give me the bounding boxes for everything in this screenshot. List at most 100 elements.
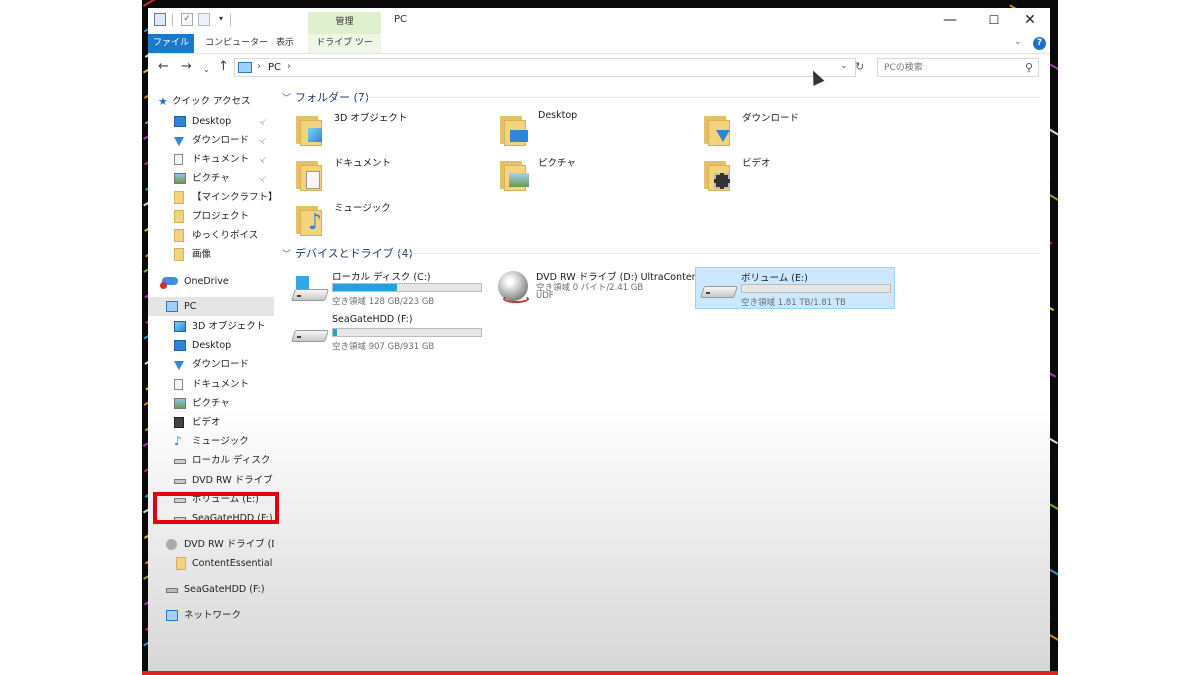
forward-arrow-icon[interactable]: →	[181, 59, 192, 75]
download-icon	[174, 361, 184, 371]
search-box[interactable]: ⚲	[877, 58, 1039, 77]
nav-item[interactable]: 画像	[148, 245, 274, 264]
folder-icon	[176, 557, 186, 570]
back-arrow-icon[interactable]: ←	[158, 59, 169, 75]
nav-item[interactable]: Desktop ⊥	[148, 112, 274, 131]
nav-label: ビデオ	[192, 417, 221, 428]
windows-drive-icon	[291, 275, 329, 303]
hdd-icon	[700, 276, 738, 304]
folder-tile[interactable]: ♪ ミュージック	[292, 198, 492, 242]
nav-item[interactable]: ダウンロード ⊥	[148, 131, 274, 150]
nav-item[interactable]: ダウンロード	[148, 355, 274, 374]
nav-label: Desktop	[192, 340, 232, 352]
nav-label: DVD RW ドライブ (D:)	[192, 474, 274, 486]
sync-error-icon	[160, 282, 167, 289]
folder-tile[interactable]: ダウンロード	[700, 108, 900, 152]
address-dropdown-icon[interactable]: ⌄	[840, 61, 848, 71]
folder-tile[interactable]: Desktop	[496, 108, 696, 152]
nav-item[interactable]: ピクチャ ⊥	[148, 169, 274, 188]
group-header-folders[interactable]: ﹀ フォルダー (7)	[282, 89, 369, 105]
collapse-chevron-icon[interactable]: ﹀	[282, 94, 291, 104]
properties-icon[interactable]: ✓	[181, 13, 193, 26]
folder-tile[interactable]: ピクチャ	[496, 153, 696, 197]
nav-item[interactable]: ♪ ミュージック	[148, 432, 274, 451]
nav-dvd-drive[interactable]: DVD RW ドライブ (D:) U	[148, 535, 274, 554]
3d-objects-icon	[174, 321, 186, 332]
nav-item[interactable]: 3D オブジェクト	[148, 317, 274, 336]
close-button[interactable]: ✕	[1010, 10, 1050, 32]
tab-drive-tools[interactable]: ドライブ ツール	[308, 34, 381, 66]
nav-label: プロジェクト	[192, 211, 250, 222]
new-folder-icon[interactable]	[198, 13, 210, 26]
video-icon	[174, 417, 184, 428]
pin-icon[interactable]: ⊥	[254, 131, 272, 149]
picture-icon	[174, 397, 186, 409]
group-header-devices[interactable]: ﹀ デバイスとドライブ (4)	[282, 245, 413, 261]
nav-item[interactable]: ローカル ディスク (C:)	[148, 451, 274, 470]
file-explorer-window: ✓ ▾ 管理 PC — ☐ ✕ ファイル コンピューター 表示 ドライブ ツール…	[148, 8, 1050, 671]
dvd-icon	[166, 539, 177, 550]
usage-bar	[741, 284, 891, 293]
nav-item[interactable]: Desktop	[148, 336, 274, 355]
tab-view[interactable]: 表示	[272, 34, 298, 53]
drive-tile[interactable]: DVD RW ドライブ (D:) UltraContents 空き領域 0 バイト…	[491, 267, 706, 309]
folder-tile[interactable]: 3D オブジェクト	[292, 108, 492, 152]
folder-label: ピクチャ	[538, 158, 576, 169]
recent-locations-icon[interactable]: ⌄	[203, 62, 210, 78]
qat-dropdown-icon[interactable]: ▾	[216, 13, 226, 26]
nav-seagate-drive[interactable]: SeaGateHDD (F:)	[148, 580, 274, 599]
download-icon	[174, 137, 184, 146]
up-arrow-icon[interactable]: ↑	[218, 59, 229, 75]
maximize-button[interactable]: ☐	[974, 10, 1014, 32]
search-input[interactable]	[884, 60, 1014, 76]
help-icon[interactable]: ?	[1033, 37, 1046, 50]
nav-label: ピクチャ	[192, 397, 230, 409]
tab-file[interactable]: ファイル	[148, 34, 194, 53]
computer-icon[interactable]	[154, 13, 166, 26]
address-bar[interactable]: › PC ›	[234, 58, 856, 77]
expand-ribbon-icon[interactable]: ⌄	[1014, 37, 1022, 47]
nav-label: OneDrive	[184, 276, 229, 287]
divider	[360, 97, 1040, 98]
pin-icon[interactable]: ⊥	[254, 169, 272, 187]
breadcrumb-separator-icon[interactable]: ›	[257, 61, 261, 72]
nav-item[interactable]: プロジェクト	[148, 207, 274, 226]
nav-quick-access[interactable]: ★ クイック アクセス	[148, 92, 274, 111]
nav-item[interactable]: DVD RW ドライブ (D:)	[148, 471, 274, 490]
content-pane: ﹀ フォルダー (7) 3D オブジェクト Desktop ダウンロードドキュメント ピ…	[280, 86, 1050, 671]
nav-content-essential[interactable]: ContentEssential	[148, 554, 274, 573]
tab-computer[interactable]: コンピューター	[201, 34, 272, 53]
search-icon[interactable]: ⚲	[1025, 61, 1033, 74]
drive-tile[interactable]: SeaGateHDD (F:) 空き領域 907 GB/931 GB	[287, 312, 487, 354]
picture-folder-icon	[500, 157, 529, 191]
pin-icon[interactable]: ⊥	[254, 112, 272, 130]
usage-bar-fill	[333, 284, 397, 291]
drive-name: ボリューム (E:)	[741, 273, 808, 284]
drive-tile[interactable]: ローカル ディスク (C:) 空き領域 128 GB/223 GB	[287, 267, 487, 309]
folder-label: ダウンロード	[742, 113, 800, 124]
nav-item[interactable]: ピクチャ	[148, 394, 274, 413]
nav-item[interactable]: ドキュメント ⊥	[148, 150, 274, 169]
drive-tile[interactable]: ボリューム (E:) 空き領域 1.81 TB/1.81 TB	[695, 267, 895, 309]
breadcrumb-pc[interactable]: PC	[268, 62, 281, 73]
nav-item[interactable]: ゆっくりボイス	[148, 226, 274, 245]
refresh-icon[interactable]: ↻	[855, 60, 870, 73]
nav-onedrive[interactable]: OneDrive	[148, 272, 274, 291]
collapse-chevron-icon[interactable]: ﹀	[282, 250, 291, 260]
pin-icon[interactable]: ⊥	[254, 150, 272, 168]
nav-item[interactable]: ビデオ	[148, 413, 274, 432]
nav-item[interactable]: 【マインクラフト】みずよ	[148, 188, 274, 207]
document-icon	[174, 378, 183, 390]
folder-tile[interactable]: ビデオ	[700, 153, 900, 197]
dvd-drive-icon	[497, 271, 533, 303]
nav-item[interactable]: ドキュメント	[148, 375, 274, 394]
manage-contextual-tab[interactable]: 管理	[308, 12, 381, 34]
breadcrumb-separator-icon[interactable]: ›	[287, 61, 291, 72]
nav-pc[interactable]: PC	[148, 297, 274, 316]
folder-tile[interactable]: ドキュメント	[292, 153, 492, 197]
nav-network[interactable]: ネットワーク	[148, 606, 274, 625]
minimize-button[interactable]: —	[930, 10, 970, 32]
nav-label: PC	[184, 301, 197, 312]
folder-icon	[174, 191, 184, 204]
nav-label: ローカル ディスク (C:)	[192, 455, 274, 467]
